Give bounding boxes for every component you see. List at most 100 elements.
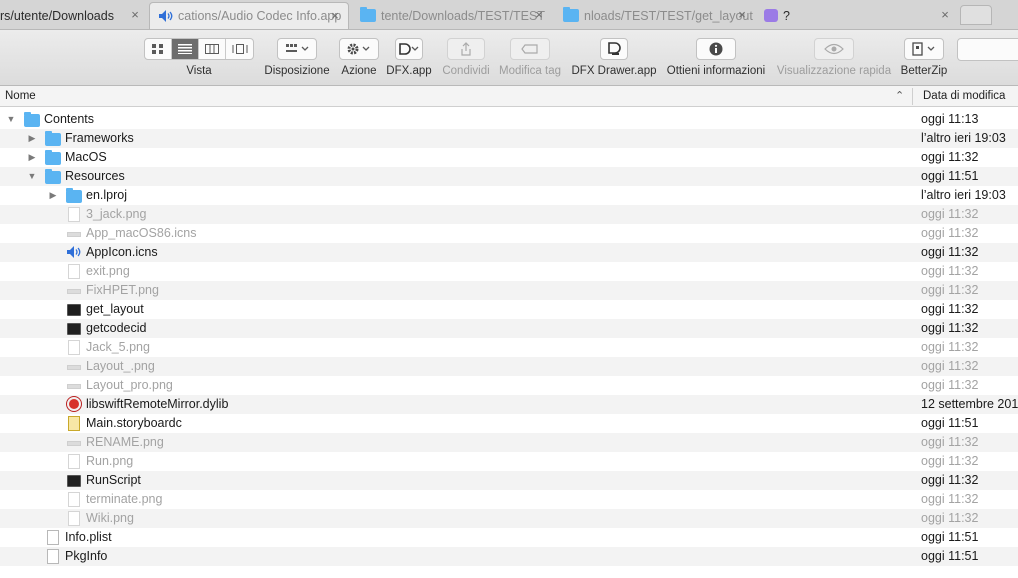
file-row[interactable]: Run.png oggi 11:32	[0, 452, 1018, 471]
file-row[interactable]: Jack_5.png oggi 11:32	[0, 338, 1018, 357]
speaker-icon	[158, 9, 174, 23]
file-date: 12 settembre 201	[921, 397, 1018, 411]
file-name: libswiftRemoteMirror.dylib	[86, 397, 229, 411]
file-row[interactable]: Main.storyboardc oggi 11:51	[0, 414, 1018, 433]
toolbar: Vista Disposizione Azione DFX.app Condiv…	[0, 30, 1018, 86]
file-row[interactable]: ▶ en.lproj l’altro ieri 19:03	[0, 186, 1018, 205]
file-row[interactable]: AppIcon.icns oggi 11:32	[0, 243, 1018, 262]
file-row[interactable]: RunScript oggi 11:32	[0, 471, 1018, 490]
folder-icon	[45, 150, 61, 165]
file-row[interactable]: Info.plist oggi 11:51	[0, 528, 1018, 547]
betterzip-label: BetterZip	[900, 65, 948, 77]
file-row[interactable]: terminate.png oggi 11:32	[0, 490, 1018, 509]
library-icon	[66, 397, 82, 412]
search-field[interactable]	[957, 38, 1018, 61]
tab-unknown[interactable]: ? ×	[758, 2, 958, 29]
file-name: App_macOS86.icns	[86, 226, 197, 240]
quick-look-control: Visualizzazione rapida	[775, 38, 893, 77]
file-date: oggi 11:32	[921, 150, 979, 164]
edit-tags-button[interactable]	[510, 38, 550, 60]
tab-label: cations/Audio Codec Info.app	[178, 9, 342, 23]
image-file-icon	[66, 492, 82, 507]
view-segmented[interactable]	[144, 38, 254, 60]
disclosure-closed-icon[interactable]: ▶	[47, 189, 59, 201]
dfx-drawer-button[interactable]	[600, 38, 628, 60]
file-row[interactable]: libswiftRemoteMirror.dylib 12 settembre 2…	[0, 395, 1018, 414]
file-date: oggi 11:13	[921, 112, 979, 126]
file-date: oggi 11:32	[921, 245, 979, 259]
dfx-drawer-control: DFX Drawer.app	[570, 38, 658, 77]
file-row[interactable]: PkgInfo oggi 11:51	[0, 547, 1018, 566]
image-file-icon	[66, 359, 82, 374]
file-row[interactable]: Layout_.png oggi 11:32	[0, 357, 1018, 376]
file-date: oggi 11:32	[921, 264, 979, 278]
column-divider[interactable]	[912, 88, 913, 105]
terminal-executable-icon	[66, 321, 82, 336]
dfx-button[interactable]	[395, 38, 423, 60]
close-icon[interactable]: ×	[328, 9, 342, 23]
share-label: Condividi	[442, 65, 490, 77]
column-view-icon[interactable]	[199, 39, 226, 59]
tab-downloads[interactable]: rs/utente/Downloads ×	[0, 2, 148, 29]
archive-icon	[912, 42, 935, 56]
tab-audio-codec-info[interactable]: cations/Audio Codec Info.app ×	[149, 2, 349, 29]
file-name: Main.storyboardc	[86, 416, 182, 430]
file-row[interactable]: ▶ MacOS oggi 11:32	[0, 148, 1018, 167]
file-row[interactable]: Layout_pro.png oggi 11:32	[0, 376, 1018, 395]
share-control: Condividi	[440, 38, 492, 77]
close-icon[interactable]: ×	[532, 8, 546, 22]
file-name: Contents	[44, 112, 95, 126]
disclosure-closed-icon[interactable]: ▶	[26, 151, 38, 163]
folder-icon	[563, 7, 579, 22]
close-icon[interactable]: ×	[938, 8, 952, 22]
close-icon[interactable]: ×	[128, 8, 142, 22]
column-name-header[interactable]: Nome	[5, 90, 36, 102]
file-row[interactable]: FixHPET.png oggi 11:32	[0, 281, 1018, 300]
folder-icon	[66, 188, 82, 203]
file-row[interactable]: ▼ Resources oggi 11:51	[0, 167, 1018, 186]
file-row[interactable]: Wiki.png oggi 11:32	[0, 509, 1018, 528]
file-date: oggi 11:51	[921, 549, 979, 563]
close-icon[interactable]: ×	[735, 8, 749, 22]
get-info-button[interactable]	[696, 38, 736, 60]
file-row[interactable]: ▶ Frameworks l’altro ieri 19:03	[0, 129, 1018, 148]
share-button[interactable]	[447, 38, 485, 60]
info-icon	[709, 42, 723, 56]
file-row[interactable]: RENAME.png oggi 11:32	[0, 433, 1018, 452]
file-name: RENAME.png	[86, 435, 164, 449]
quick-look-label: Visualizzazione rapida	[776, 65, 892, 77]
icon-view-icon[interactable]	[145, 39, 172, 59]
file-date: oggi 11:51	[921, 530, 979, 544]
betterzip-button[interactable]	[904, 38, 944, 60]
disclosure-open-icon[interactable]: ▼	[5, 113, 17, 125]
disclosure-open-icon[interactable]: ▼	[26, 170, 38, 182]
tab-label: tente/Downloads/TEST/TEST	[381, 8, 545, 23]
image-file-icon	[66, 378, 82, 393]
coverflow-view-icon[interactable]	[226, 39, 253, 59]
file-row[interactable]: ▼ Contents oggi 11:13	[0, 110, 1018, 129]
quick-look-button[interactable]	[814, 38, 854, 60]
file-date: l’altro ieri 19:03	[921, 131, 1006, 145]
file-row[interactable]: App_macOS86.icns oggi 11:32	[0, 224, 1018, 243]
new-tab-button[interactable]	[960, 5, 992, 25]
sort-ascending-icon[interactable]: ⌃	[895, 89, 904, 102]
file-date: oggi 11:32	[921, 473, 979, 487]
edit-tags-control: Modifica tag	[496, 38, 564, 77]
action-button[interactable]	[339, 38, 379, 60]
file-row[interactable]: get_layout oggi 11:32	[0, 300, 1018, 319]
tab-test-folder[interactable]: tente/Downloads/TEST/TEST ×	[352, 2, 552, 29]
storyboard-icon	[66, 416, 82, 431]
arrange-button[interactable]	[277, 38, 317, 60]
tab-get-layout[interactable]: nloads/TEST/TEST/get_layout ×	[555, 2, 755, 29]
file-name: terminate.png	[86, 492, 163, 506]
image-file-icon	[66, 226, 82, 241]
column-date-header[interactable]: Data di modifica	[923, 90, 1005, 102]
file-row[interactable]: 3_jack.png oggi 11:32	[0, 205, 1018, 224]
disclosure-closed-icon[interactable]: ▶	[26, 132, 38, 144]
file-row[interactable]: getcodecid oggi 11:32	[0, 319, 1018, 338]
file-name: Layout_pro.png	[86, 378, 173, 392]
file-date: oggi 11:32	[921, 207, 979, 221]
file-row[interactable]: exit.png oggi 11:32	[0, 262, 1018, 281]
list-view-icon[interactable]	[172, 39, 199, 59]
dfx-drawer-label: DFX Drawer.app	[571, 65, 657, 77]
